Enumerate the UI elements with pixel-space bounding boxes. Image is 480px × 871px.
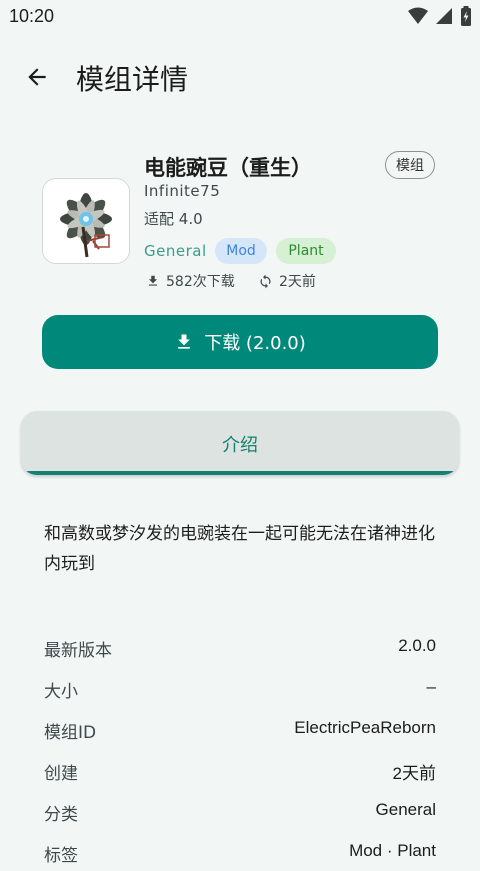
status-icons	[408, 6, 472, 26]
download-count: 582次下载	[146, 271, 235, 291]
mod-title: 电能豌豆（重生）	[144, 156, 312, 180]
info-value: Mod · Plant	[349, 841, 436, 860]
info-key: 模组ID	[44, 723, 97, 743]
download-count-text: 582次下载	[166, 274, 235, 290]
signal-icon	[436, 8, 452, 24]
info-value: 2.0.0	[398, 636, 436, 655]
tab-indicator	[21, 471, 459, 475]
info-value: 2天前	[392, 764, 436, 783]
info-row-size: 大小 –	[44, 677, 436, 707]
sync-icon	[260, 274, 271, 288]
page-title: 模组详情	[76, 63, 189, 96]
info-row-tags: 标签 Mod · Plant	[44, 841, 436, 871]
updated-time-text: 2天前	[279, 274, 316, 290]
compat-version-line: 适配 4.0	[144, 208, 203, 229]
info-key: 大小	[44, 682, 78, 702]
info-row-mod-id: 模组ID ElectricPeaReborn	[44, 718, 436, 748]
mod-description: 和高数或梦汐发的电豌装在一起可能无法在诸神进化内玩到	[44, 524, 435, 574]
download-icon	[178, 334, 191, 349]
info-key: 最新版本	[44, 641, 112, 661]
updated-time: 2天前	[258, 271, 316, 291]
info-key: 创建	[44, 764, 78, 784]
mod-type-chip[interactable]: 模组	[385, 151, 435, 179]
info-value: –	[426, 677, 436, 696]
info-value: ElectricPeaReborn	[294, 718, 436, 737]
tab-intro[interactable]: 介绍	[21, 411, 459, 475]
info-key: 标签	[44, 846, 78, 866]
download-button[interactable]: 下载 (2.0.0)	[42, 315, 438, 369]
tab-intro-label: 介绍	[222, 435, 258, 456]
compat-label: 适配	[144, 210, 175, 228]
compat-version: 4.0	[178, 210, 203, 228]
tag-chip-plant[interactable]: Plant	[276, 238, 336, 264]
mod-author[interactable]: Infinite75	[144, 182, 220, 200]
download-icon	[148, 275, 158, 286]
wifi-icon	[408, 7, 428, 24]
battery-icon	[461, 6, 471, 26]
mod-icon	[42, 178, 130, 264]
back-button[interactable]	[16, 56, 58, 98]
info-row-latest-version: 最新版本 2.0.0	[44, 636, 436, 666]
info-row-category: 分类 General	[44, 800, 436, 830]
download-button-label: 下载 (2.0.0)	[204, 333, 306, 354]
status-time: 10:20	[9, 6, 55, 26]
status-bar: 10:20	[0, 0, 480, 34]
top-app-bar: 模组详情	[0, 44, 480, 108]
arrow-left-icon	[28, 68, 46, 86]
category-label[interactable]: General	[144, 242, 207, 260]
info-value: General	[375, 800, 436, 819]
pea-plant-icon	[43, 179, 129, 263]
info-key: 分类	[44, 805, 78, 825]
info-row-created: 创建 2天前	[44, 759, 436, 789]
tag-chip-mod[interactable]: Mod	[215, 238, 267, 264]
